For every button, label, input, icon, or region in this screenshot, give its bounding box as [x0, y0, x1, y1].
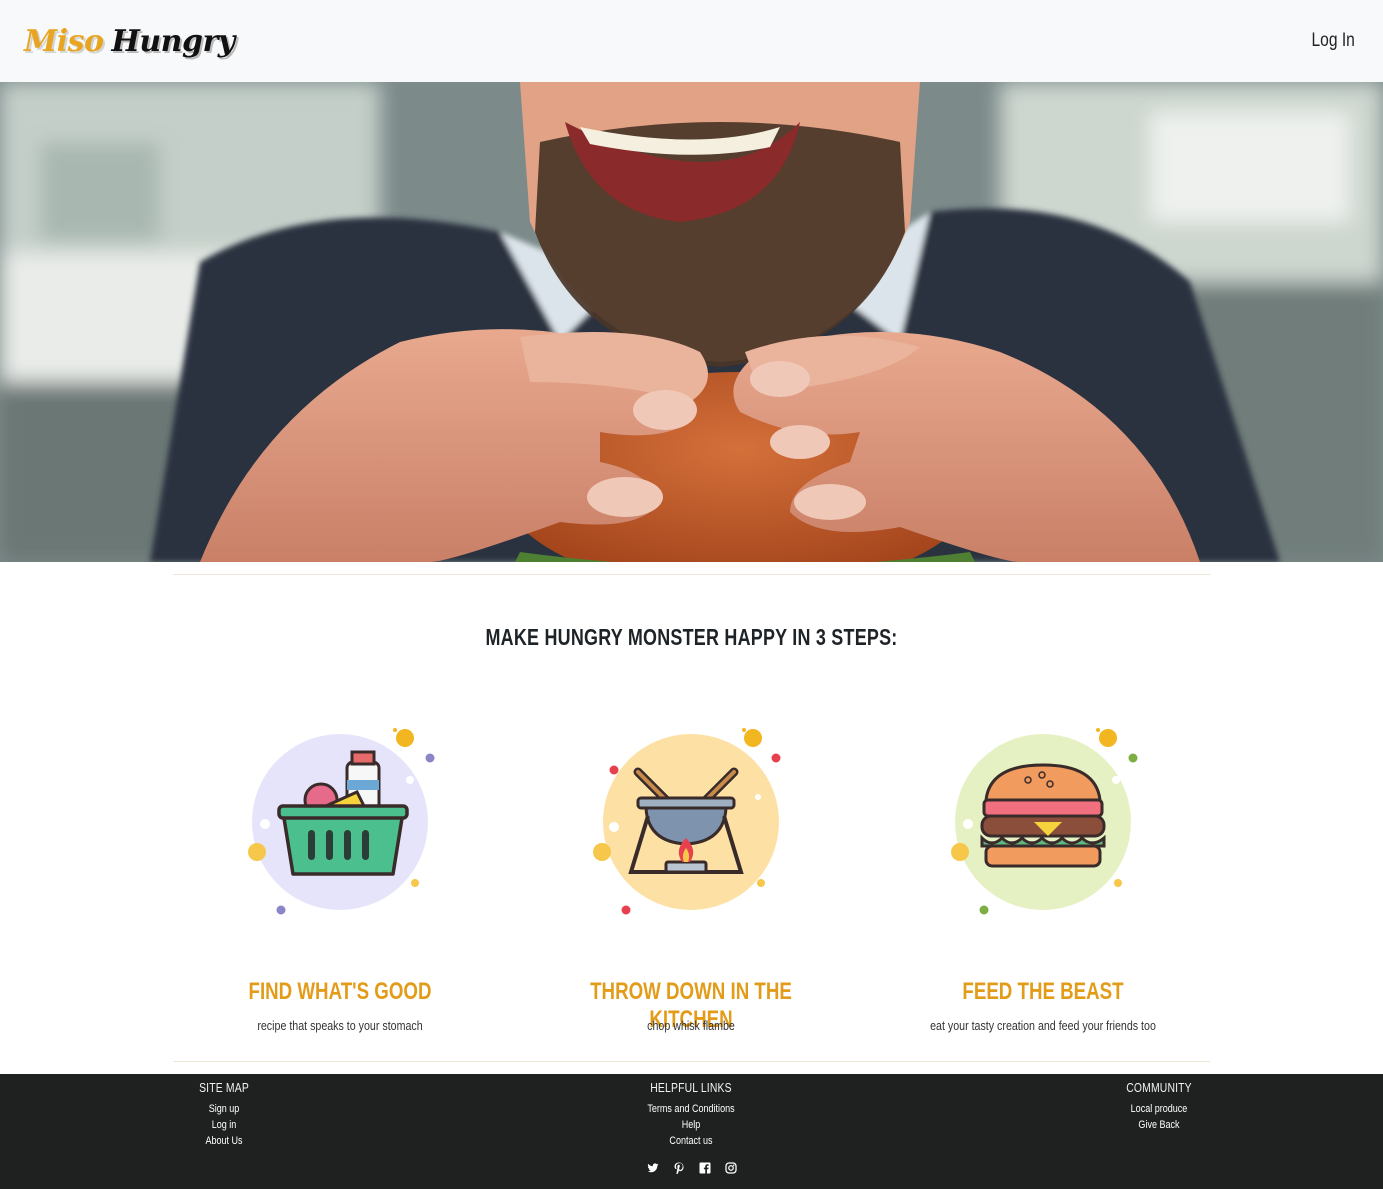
facebook-icon[interactable]: [699, 1162, 711, 1174]
step-description: chop whisk flambe: [647, 1018, 735, 1033]
footer-col-helpful-links: Helpful Links Terms and Conditions Help …: [611, 1080, 771, 1149]
footer-link-contact[interactable]: Contact us: [625, 1133, 756, 1149]
step-cook: Throw Down in the Kitchen chop whisk fla…: [516, 720, 866, 1033]
burger-icon: [951, 728, 1138, 915]
instagram-icon[interactable]: [724, 1162, 737, 1174]
pinterest-icon[interactable]: [673, 1162, 685, 1174]
grocery-basket-icon: [248, 728, 435, 915]
hero-image: [0, 82, 1383, 562]
footer-link-log-in[interactable]: Log in: [183, 1117, 265, 1133]
footer-link-sign-up[interactable]: Sign up: [183, 1101, 265, 1117]
twitter-icon[interactable]: [647, 1162, 659, 1174]
step-find: Find What's Good recipe that speaks to y…: [165, 720, 515, 1033]
social-links: [0, 1162, 1383, 1174]
footer-heading: Site Map: [199, 1080, 249, 1095]
brand-hungry-text: Hungry: [111, 23, 236, 59]
footer-link-about-us[interactable]: About Us: [183, 1133, 265, 1149]
steps-heading: Make Hungry Monster Happy in 3 Steps:: [485, 624, 898, 650]
footer-heading: Community: [1126, 1080, 1192, 1095]
footer-col-community: Community Local produce Give Back: [1099, 1080, 1219, 1133]
step-title: Find What's Good: [248, 978, 432, 1005]
brand-logo[interactable]: Miso Hungry: [24, 24, 235, 59]
top-navbar: Miso Hungry Log In: [0, 0, 1383, 82]
divider-top: [173, 574, 1210, 575]
footer-link-help[interactable]: Help: [625, 1117, 756, 1133]
footer-heading: Helpful Links: [650, 1080, 732, 1095]
brand-miso-text: Miso: [24, 23, 104, 59]
login-link[interactable]: Log In: [1312, 30, 1355, 52]
step-feed: Feed the Beast eat your tasty creation a…: [868, 720, 1218, 1033]
page-footer: Site Map Sign up Log in About Us Helpful…: [0, 1074, 1383, 1189]
cooking-pot-icon: [593, 728, 781, 915]
footer-link-give-back[interactable]: Give Back: [1110, 1117, 1208, 1133]
step-title: Feed the Beast: [962, 978, 1124, 1005]
step-description: eat your tasty creation and feed your fr…: [930, 1018, 1156, 1033]
footer-link-terms[interactable]: Terms and Conditions: [625, 1101, 756, 1117]
footer-col-site-map: Site Map Sign up Log in About Us: [174, 1080, 274, 1149]
footer-link-local-produce[interactable]: Local produce: [1110, 1101, 1208, 1117]
divider-bottom: [173, 1061, 1210, 1062]
step-description: recipe that speaks to your stomach: [257, 1018, 423, 1033]
